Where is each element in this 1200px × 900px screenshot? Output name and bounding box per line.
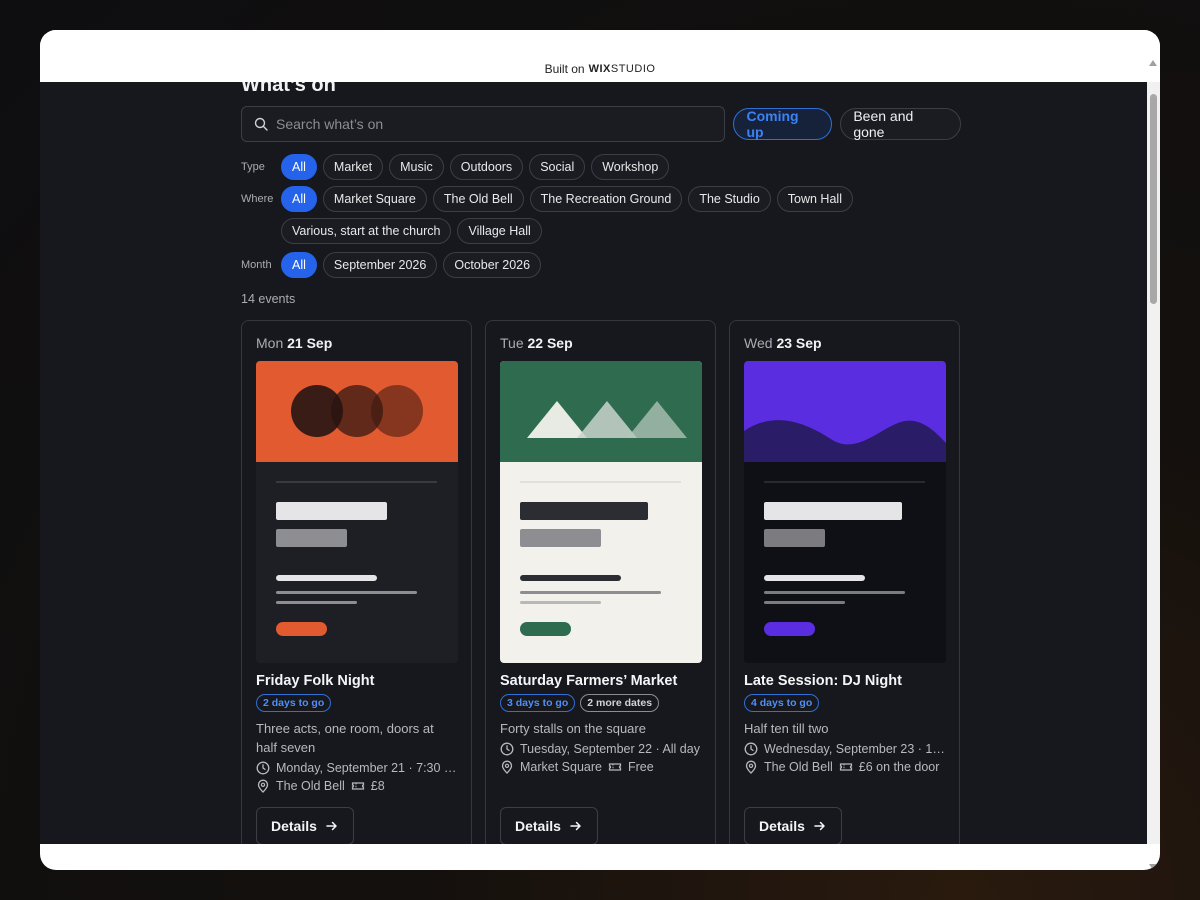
event-when: Wednesday, September 23 · 10... [744, 742, 945, 756]
event-card-list: Mon 21 Sep Friday Folk Night 2 days to g… [241, 320, 961, 844]
event-card[interactable]: Tue 22 Sep Saturday Farmers’ Market 3 da… [485, 320, 716, 844]
scrollbar-thumb[interactable] [1150, 94, 1157, 304]
event-poster-image [500, 361, 702, 663]
where-chip-town-hall[interactable]: Town Hall [776, 186, 853, 212]
where-chip-all[interactable]: All [281, 186, 317, 212]
event-price-text: Free [627, 760, 654, 774]
month-filter-row: Month All September 2026 October 2026 [241, 252, 961, 278]
event-date: Wed 23 Sep [744, 335, 822, 351]
event-badges: 4 days to go [744, 694, 945, 712]
built-on-text: Built on [544, 62, 585, 76]
where-chip-the-studio[interactable]: The Studio [688, 186, 771, 212]
event-poster-image [744, 361, 946, 663]
where-chip-recreation-ground[interactable]: The Recreation Ground [529, 186, 683, 212]
event-when-text: Monday, September 21 · 7:30 P... [276, 761, 457, 775]
event-description: Forty stalls on the square [500, 721, 646, 736]
event-when-text: Wednesday, September 23 · 10... [764, 742, 945, 756]
event-location-text: The Old Bell [276, 779, 345, 793]
clock-icon [256, 761, 270, 775]
where-chip-various[interactable]: Various, start at the church [281, 218, 452, 244]
event-description: Three acts, one room, doors at half seve… [256, 721, 434, 755]
event-where: Market Square Free [500, 760, 701, 774]
event-date: Mon 21 Sep [256, 335, 333, 351]
type-chip-music[interactable]: Music [389, 154, 444, 180]
month-chip-september-2026[interactable]: September 2026 [322, 252, 438, 278]
event-count: 14 events [241, 292, 296, 306]
details-button[interactable]: Details [500, 807, 598, 844]
events-section: What’s on Coming up Been and gone Type A… [241, 82, 961, 844]
details-label: Details [515, 818, 561, 834]
search-icon [254, 117, 268, 131]
been-and-gone-button[interactable]: Been and gone [840, 108, 961, 140]
month-chip-october-2026[interactable]: October 2026 [443, 252, 542, 278]
clock-icon [500, 742, 514, 756]
event-card[interactable]: Wed 23 Sep Late Session: DJ Night 4 days… [729, 320, 960, 844]
coming-up-button[interactable]: Coming up [733, 108, 833, 140]
arrow-right-icon [814, 821, 825, 831]
type-chip-outdoors[interactable]: Outdoors [449, 154, 524, 180]
details-label: Details [759, 818, 805, 834]
event-poster-image [256, 361, 458, 663]
browser-window: Built on WIXSTUDIO What’s on Coming up B… [40, 30, 1160, 870]
page-title: What’s on [241, 82, 336, 96]
scroll-down-arrow-icon[interactable] [1149, 864, 1157, 870]
event-when: Monday, September 21 · 7:30 P... [256, 761, 457, 775]
event-title[interactable]: Saturday Farmers’ Market [500, 673, 701, 689]
type-chip-social[interactable]: Social [529, 154, 586, 180]
where-chip-the-old-bell[interactable]: The Old Bell [432, 186, 524, 212]
month-filter-label: Month [241, 259, 272, 271]
map-pin-icon [745, 760, 757, 774]
where-chip-market-square[interactable]: Market Square [322, 186, 427, 212]
map-pin-icon [257, 779, 269, 793]
search-input[interactable] [276, 116, 696, 132]
where-chip-village-hall[interactable]: Village Hall [457, 218, 542, 244]
details-label: Details [271, 818, 317, 834]
event-description: Half ten till two [744, 721, 829, 736]
search-field[interactable] [241, 106, 726, 142]
countdown-badge: 3 days to go [500, 694, 576, 712]
type-filter-row: Type All Market Music Outdoors Social Wo… [241, 154, 961, 180]
more-dates-badge: 2 more dates [580, 694, 660, 712]
countdown-badge: 2 days to go [256, 694, 332, 712]
wix-studio-logo: WIXSTUDIO [588, 63, 656, 75]
clock-icon [744, 742, 758, 756]
wix-banner: Built on WIXSTUDIO [40, 30, 1160, 82]
event-when-text: Tuesday, September 22 · All day [520, 742, 700, 756]
ticket-icon [351, 782, 364, 790]
arrow-right-icon [570, 821, 581, 831]
countdown-badge: 4 days to go [744, 694, 820, 712]
event-date: Tue 22 Sep [500, 335, 573, 351]
month-chip-all[interactable]: All [281, 252, 317, 278]
where-filter-row: Where All Market Square The Old Bell The… [241, 186, 961, 212]
event-location-text: Market Square [520, 760, 602, 774]
map-pin-icon [501, 760, 513, 774]
details-button[interactable]: Details [256, 807, 354, 844]
arrow-right-icon [326, 821, 337, 831]
event-card[interactable]: Mon 21 Sep Friday Folk Night 2 days to g… [241, 320, 472, 844]
event-price-text: £6 on the door [858, 760, 940, 774]
event-badges: 2 days to go [256, 694, 457, 712]
event-badges: 3 days to go 2 more dates [500, 694, 701, 712]
event-price-text: £8 [370, 779, 385, 793]
ticket-icon [608, 763, 622, 771]
event-title[interactable]: Late Session: DJ Night [744, 673, 945, 689]
type-chip-all[interactable]: All [281, 154, 317, 180]
type-chip-workshop[interactable]: Workshop [591, 154, 670, 180]
where-filter-label: Where [241, 193, 274, 205]
vertical-scrollbar[interactable] [1147, 60, 1160, 870]
event-location-text: The Old Bell [764, 760, 833, 774]
search-row: Coming up Been and gone [241, 106, 961, 142]
event-when: Tuesday, September 22 · All day [500, 742, 701, 756]
where-filter-row-2: Various, start at the church Village Hal… [241, 218, 961, 244]
page-viewport: What’s on Coming up Been and gone Type A… [40, 82, 1147, 844]
type-chip-market[interactable]: Market [322, 154, 384, 180]
event-where: The Old Bell £6 on the door [744, 760, 945, 774]
built-on-label[interactable]: Built on WIXSTUDIO [545, 62, 656, 76]
ticket-icon [839, 763, 852, 771]
event-title[interactable]: Friday Folk Night [256, 673, 457, 689]
scroll-up-arrow-icon[interactable] [1149, 60, 1157, 66]
event-where: The Old Bell £8 [256, 779, 457, 793]
details-button[interactable]: Details [744, 807, 842, 844]
type-filter-label: Type [241, 161, 265, 173]
